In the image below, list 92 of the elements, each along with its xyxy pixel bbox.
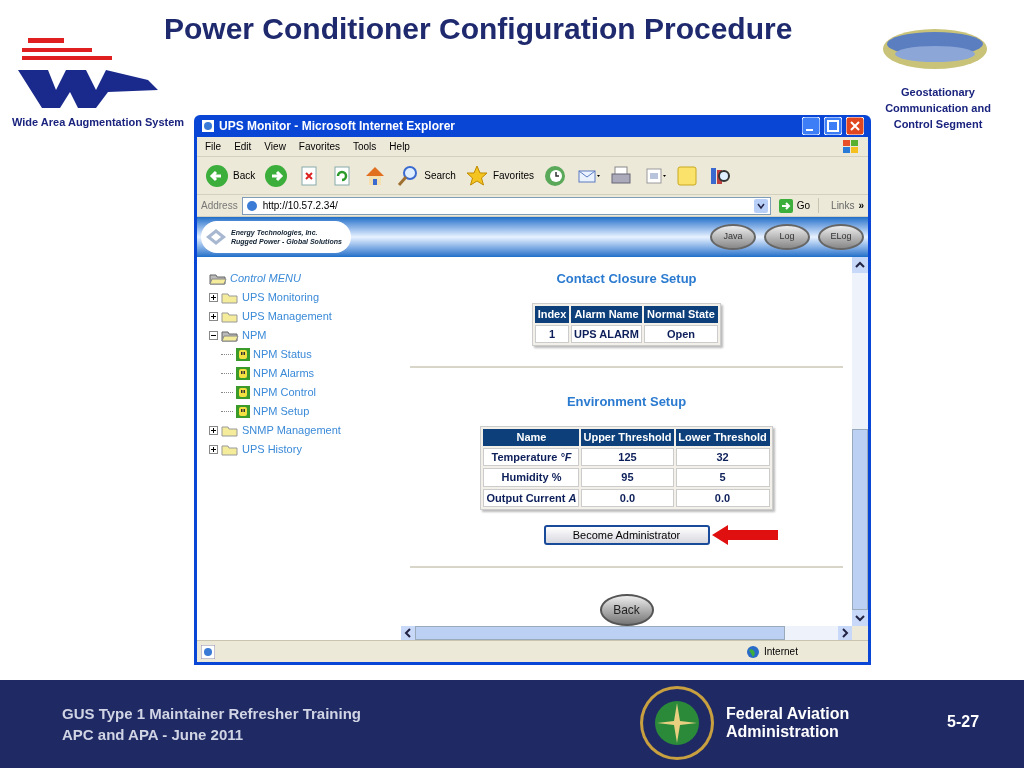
course-title: GUS Type 1 Maintainer Refresher Training [62,704,361,724]
back-button[interactable]: Back [205,163,256,188]
scroll-thumb[interactable] [415,626,785,640]
tree-item[interactable]: NPM Setup [253,403,310,420]
folder-icon [221,443,239,456]
menu-item[interactable]: File [205,139,222,154]
menu-item[interactable]: Help [389,139,410,154]
table-cell: Humidity % [483,468,580,487]
open-folder-icon [221,329,239,342]
vertical-scrollbar[interactable] [852,257,868,640]
expand-icon[interactable] [209,445,218,454]
column-header: Alarm Name [571,306,642,323]
page-number: 5-27 [947,712,980,732]
table-cell: 1 [535,324,569,344]
table-cell: 5 [675,468,770,487]
slide-title: Power Conditioner Configuration Procedure [164,14,793,44]
table-cell: 95 [581,468,674,487]
outlet-icon [236,348,250,361]
scroll-thumb[interactable] [852,429,868,610]
menu-item[interactable]: Favorites [298,139,340,154]
oval-button[interactable]: ELog [818,224,864,250]
column-header: Lower Threshold [675,429,770,446]
table-cell: 0.0 [675,488,770,508]
zone-label: Internet [764,645,799,659]
address-label: Address [201,199,238,213]
agency-name: Federal Aviation Administration [726,705,851,741]
scroll-up-icon[interactable] [852,257,868,273]
expand-icon[interactable] [209,312,218,321]
column-header: Normal State [644,306,718,323]
column-header: Name [483,429,580,446]
table-cell: UPS ALARM [571,324,642,344]
maximize-icon[interactable] [824,117,842,135]
scroll-left-icon[interactable] [401,626,415,640]
tree-item[interactable]: SNMP Management [242,422,341,439]
tree-item[interactable]: NPM Control [253,384,316,401]
logo-caption: Wide Area Augmentation System [12,115,185,130]
scroll-right-icon[interactable] [838,626,852,640]
column-header: Upper Threshold [581,429,674,446]
globe-icon [746,644,760,659]
table-cell: Open [644,324,718,344]
window-title: UPS Monitor - Microsoft Internet Explorer [219,118,456,135]
clock-icon[interactable] [543,163,568,188]
expand-icon[interactable] [209,426,218,435]
go-button[interactable]: Go [774,198,815,213]
tree-item[interactable]: NPM [242,327,267,344]
menu-item[interactable]: Tools [353,139,377,154]
section-heading: Contact Closure Setup [556,270,697,288]
horizontal-scrollbar[interactable] [401,626,852,640]
diamond-icon [205,228,227,246]
page-icon [244,198,259,213]
outlet-icon [236,367,250,380]
table-cell: 32 [675,447,770,467]
chevron[interactable]: » [858,198,864,213]
tree-item[interactable]: UPS Monitoring [242,289,320,306]
table-cell: Output Current A [483,488,580,508]
favorites-button[interactable]: Favorites [464,163,535,188]
outlet-icon [236,386,250,399]
collapse-icon[interactable] [209,331,218,340]
oval-button[interactable]: Log [764,224,810,250]
column-header: Index [535,306,569,323]
become-administrator-button[interactable]: Become Administrator [543,525,710,546]
course-date: APC and APA - June 2011 [62,725,244,745]
section-heading: Environment Setup [566,393,687,412]
oval-button[interactable]: Java [710,224,756,250]
tree-item[interactable]: UPS History [242,441,302,458]
minimize-icon[interactable] [802,117,820,135]
dropdown-icon[interactable] [753,198,768,213]
tree-item[interactable]: NPM Alarms [253,365,315,382]
logo-caption: Geostationary Communication and Control Segment [884,85,992,132]
outlet-icon [236,405,250,418]
expand-icon[interactable] [209,293,218,302]
folder-icon [221,310,239,323]
search-button[interactable]: Search [396,163,456,188]
menu-item[interactable]: View [264,139,286,154]
folder-icon [221,291,239,304]
tree-item[interactable]: NPM Status [253,346,312,363]
star-icon [464,163,489,188]
folder-icon [221,424,239,437]
table-cell: 0.0 [581,488,674,508]
scroll-down-icon[interactable] [852,610,868,626]
table-cell: Temperature °F [483,447,580,467]
back-button[interactable]: Back [599,594,654,626]
close-icon[interactable] [846,117,864,135]
tree-item[interactable]: UPS Management [242,308,332,325]
page-icon [201,644,215,659]
menu-item[interactable]: Edit [234,139,252,154]
table-cell: 125 [581,447,674,467]
links-button[interactable]: Links [818,198,855,213]
tree-item[interactable]: Control MENU [230,270,301,287]
address-field[interactable]: http://10.57.2.34/ [241,196,771,215]
go-arrow-icon [778,198,793,213]
pointer-arrow [711,524,778,547]
